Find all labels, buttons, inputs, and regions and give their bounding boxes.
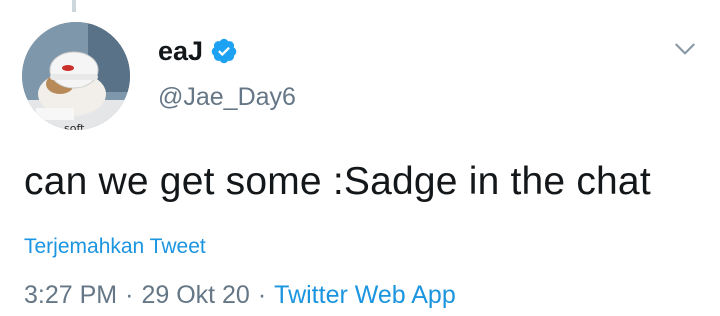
display-name[interactable]: eaJ <box>158 36 203 67</box>
tweet-date[interactable]: 29 Okt 20 <box>141 281 249 309</box>
translate-tweet-link[interactable]: Terjemahkan Tweet <box>24 235 206 259</box>
tweet-source-link[interactable]: Twitter Web App <box>274 281 456 309</box>
avatar[interactable]: soft <box>22 22 130 130</box>
meta-separator: · <box>257 281 267 309</box>
tweet-text: can we get some :Sadge in the chat <box>24 160 651 203</box>
user-handle[interactable]: @Jae_Day6 <box>158 83 296 112</box>
tweet-card: soft eaJ @Jae_Day6 can we get some :Sadg… <box>0 0 720 316</box>
meta-separator: · <box>125 281 134 309</box>
thread-connector-line <box>72 0 76 12</box>
chevron-down-icon[interactable] <box>672 36 698 62</box>
verified-badge-icon <box>211 38 237 64</box>
avatar-cat-image <box>22 22 130 130</box>
avatar-caption: soft <box>64 122 85 130</box>
tweet-time[interactable]: 3:27 PM <box>24 281 117 309</box>
tweet-metadata: 3:27 PM · 29 Okt 20 · Twitter Web App <box>24 281 456 310</box>
